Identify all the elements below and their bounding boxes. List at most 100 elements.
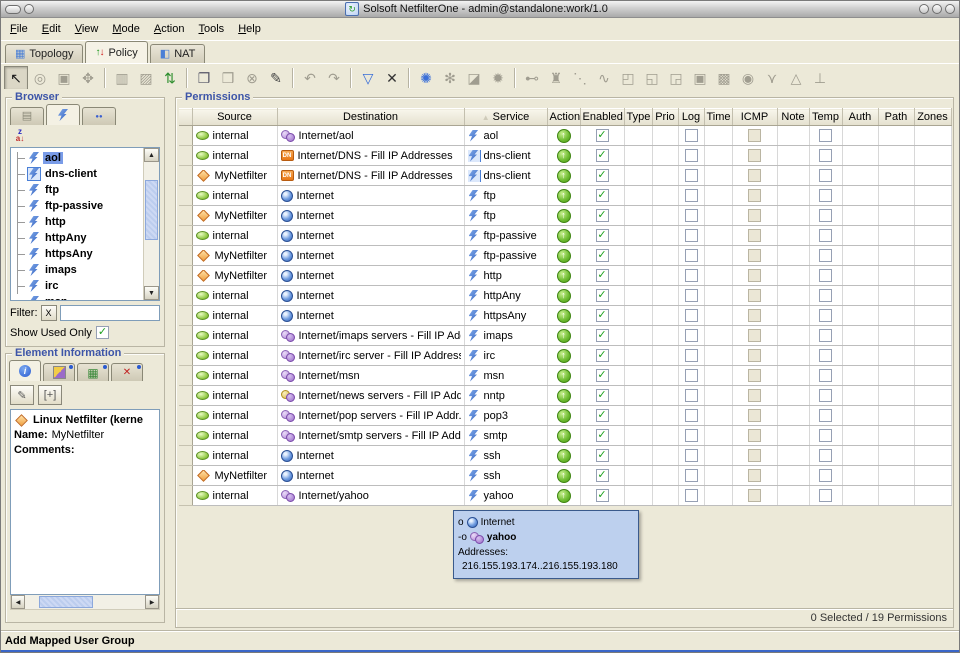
row-selector[interactable] [179,246,192,266]
temp-checkbox[interactable] [819,189,832,202]
permission-row[interactable]: MyNetfilterInternetftp [179,206,951,226]
column-header-time[interactable]: Time [704,109,732,126]
temp-checkbox[interactable] [819,489,832,502]
row-selector[interactable] [179,366,192,386]
temp-checkbox[interactable] [819,249,832,262]
close-button[interactable] [945,4,955,14]
row-selector[interactable] [179,126,192,146]
column-header-enabled[interactable]: Enabled [580,109,624,126]
permission-row[interactable]: MyNetfilterInternetftp-passive [179,246,951,266]
permission-row[interactable]: internalInternetssh [179,446,951,466]
temp-checkbox[interactable] [819,149,832,162]
temp-checkbox[interactable] [819,309,832,322]
column-header-auth[interactable]: Auth [842,109,878,126]
permission-row[interactable]: internalInternetftp-passive [179,226,951,246]
row-selector[interactable] [179,406,192,426]
tree-item-http[interactable]: http [11,214,143,230]
column-header-action[interactable]: Action [547,109,580,126]
enabled-checkbox[interactable] [596,249,609,262]
menu-view[interactable]: View [68,20,106,38]
row-selector[interactable] [179,206,192,226]
log-checkbox[interactable] [685,309,698,322]
scroll-down-icon[interactable]: ▼ [144,286,159,300]
log-checkbox[interactable] [685,269,698,282]
row-selector[interactable] [179,466,192,486]
row-selector[interactable] [179,286,192,306]
scroll-left-icon[interactable]: ◀ [11,595,25,609]
clear-filter-button[interactable]: ✕ [380,66,404,90]
minimize-button[interactable] [919,4,929,14]
log-checkbox[interactable] [685,369,698,382]
row-selector[interactable] [179,266,192,286]
menu-action[interactable]: Action [147,20,192,38]
temp-checkbox[interactable] [819,169,832,182]
tree-item-httpsAny[interactable]: httpsAny [11,246,143,262]
devices-tab[interactable] [10,107,44,125]
column-header-icmp[interactable]: ICMP [732,109,777,126]
log-checkbox[interactable] [685,389,698,402]
row-selector[interactable] [179,146,192,166]
temp-checkbox[interactable] [819,269,832,282]
column-header-selector[interactable] [179,109,192,126]
log-checkbox[interactable] [685,289,698,302]
column-header-zones[interactable]: Zones [914,109,951,126]
enabled-checkbox[interactable] [596,289,609,302]
enabled-checkbox[interactable] [596,389,609,402]
permission-row[interactable]: internalInternet/imaps servers - Fill IP… [179,326,951,346]
edit-element-button[interactable]: ✎ [10,385,34,405]
edit-button[interactable]: ✎ [264,66,288,90]
table-tab[interactable] [77,363,109,381]
filter-button[interactable]: ▽ [356,66,380,90]
enabled-checkbox[interactable] [596,169,609,182]
tree-item-irc[interactable]: irc [11,278,143,294]
temp-checkbox[interactable] [819,209,832,222]
column-header-type[interactable]: Type [624,109,652,126]
menu-edit[interactable]: Edit [35,20,68,38]
enabled-checkbox[interactable] [596,149,609,162]
show-used-checkbox[interactable] [96,326,109,339]
sort-alpha-button[interactable] [11,127,29,145]
tree-item-ftp[interactable]: ftp [11,182,143,198]
temp-checkbox[interactable] [819,449,832,462]
row-selector[interactable] [179,226,192,246]
services-tab[interactable] [46,104,80,125]
window-shade-button[interactable] [24,4,34,14]
permission-row[interactable]: internalInternet/irc server - Fill IP Ad… [179,346,951,366]
column-header-temp[interactable]: Temp [809,109,842,126]
tree-item-httpAny[interactable]: httpAny [11,230,143,246]
permission-row[interactable]: internalInternet/DNS - Fill IP Addresses… [179,146,951,166]
select-pointer-button[interactable]: ↖ [4,66,28,90]
sort-permissions-button[interactable]: ⇅ [158,66,182,90]
tab-policy[interactable]: Policy [85,41,147,63]
row-selector[interactable] [179,326,192,346]
permission-row[interactable]: MyNetfilterInternetssh [179,466,951,486]
enabled-checkbox[interactable] [596,349,609,362]
log-checkbox[interactable] [685,169,698,182]
permission-row[interactable]: internalInternet/aolaol [179,126,951,146]
tree-item-aol[interactable]: aol [11,150,143,166]
element-info-scrollbar[interactable]: ◀ ▶ [10,595,160,610]
tab-topology[interactable]: Topology [5,44,83,63]
menu-mode[interactable]: Mode [105,20,147,38]
enabled-checkbox[interactable] [596,489,609,502]
row-selector[interactable] [179,306,192,326]
row-selector[interactable] [179,446,192,466]
enabled-checkbox[interactable] [596,229,609,242]
log-checkbox[interactable] [685,189,698,202]
permission-row[interactable]: internalInternethttpAny [179,286,951,306]
tree-item-msn[interactable]: msn [11,294,143,300]
filter-clear-button[interactable]: X [41,305,57,321]
row-selector[interactable] [179,386,192,406]
enabled-checkbox[interactable] [596,469,609,482]
enabled-checkbox[interactable] [596,269,609,282]
tab-nat[interactable]: NAT [150,44,206,63]
tree-scrollbar[interactable]: ▲ ▼ [143,148,159,300]
row-selector[interactable] [179,186,192,206]
log-checkbox[interactable] [685,349,698,362]
tree-item-imaps[interactable]: imaps [11,262,143,278]
temp-checkbox[interactable] [819,349,832,362]
enabled-checkbox[interactable] [596,329,609,342]
tree-item-dns-client[interactable]: dns-client [11,166,143,182]
row-selector[interactable] [179,426,192,446]
permission-row[interactable]: internalInternet/smtp servers - Fill IP … [179,426,951,446]
